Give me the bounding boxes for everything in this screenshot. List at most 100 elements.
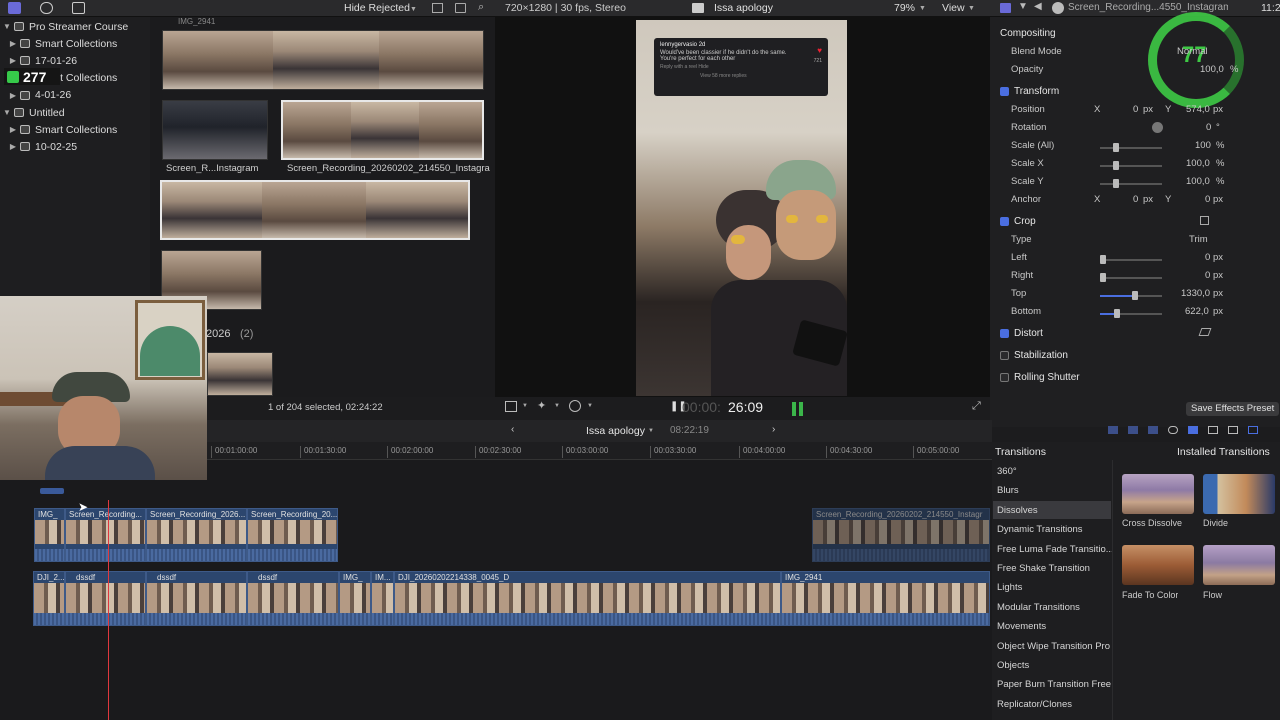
param-value[interactable]: 100,0: [1186, 176, 1210, 187]
skimming-icon[interactable]: [1188, 426, 1198, 434]
param-value[interactable]: 0: [1133, 194, 1138, 205]
rolling-shutter-checkbox[interactable]: [1000, 372, 1009, 382]
param-value[interactable]: 0: [1133, 104, 1138, 115]
audio-icon[interactable]: ◀: [1034, 1, 1042, 12]
library-item[interactable]: ▶ 17-01-26: [0, 52, 150, 69]
video-preview[interactable]: lennygervasio 2d Would've been classier …: [636, 20, 847, 396]
clip-thumbnail-selected[interactable]: [160, 180, 470, 240]
timeline-project-name[interactable]: Issa apology: [586, 425, 645, 437]
search-icon[interactable]: ⌕: [478, 1, 484, 14]
filmstrip-icon[interactable]: [455, 3, 466, 13]
transition-category[interactable]: Lights: [997, 582, 1022, 593]
transition-category[interactable]: Blurs: [997, 485, 1019, 496]
timeline-clip[interactable]: Screen_Recording_2026...: [146, 508, 247, 562]
param-value[interactable]: 1330,0: [1181, 288, 1210, 299]
library-item[interactable]: ▶ 4-01-26: [0, 87, 150, 104]
param-value[interactable]: 100,0: [1186, 158, 1210, 169]
titles-icon[interactable]: [72, 2, 85, 14]
timeline-clip[interactable]: Screen_Recording_20260202_214550_Instagr: [812, 508, 990, 562]
rotation-dial[interactable]: [1152, 122, 1163, 133]
view-menu[interactable]: View: [942, 2, 965, 14]
video-inspector-icon[interactable]: [1000, 3, 1011, 13]
timeline-clip[interactable]: IMG_2941: [781, 571, 990, 626]
disclosure-triangle-icon[interactable]: ▼: [2, 108, 12, 117]
clip-thumbnail-selected[interactable]: [281, 100, 484, 160]
transitions-browser-icon[interactable]: [1248, 426, 1258, 434]
scale-x-slider[interactable]: [1100, 161, 1162, 170]
disclosure-triangle-icon[interactable]: ▼: [2, 22, 12, 31]
timeline-clip[interactable]: DJI_2...: [33, 571, 65, 626]
crop-top-slider[interactable]: [1100, 291, 1162, 300]
fullscreen-icon[interactable]: ⤢: [972, 400, 981, 413]
timeline-clip[interactable]: IM...: [371, 571, 394, 626]
fade-to-color-thumb[interactable]: [1122, 545, 1194, 585]
param-value[interactable]: 574,0: [1186, 104, 1210, 115]
chevron-down-icon[interactable]: ▼: [522, 403, 528, 409]
disclosure-triangle-icon[interactable]: ▶: [8, 91, 18, 100]
speed-icon[interactable]: [569, 400, 581, 412]
scale-all-slider[interactable]: [1100, 143, 1162, 152]
playhead[interactable]: [108, 500, 109, 720]
divide-thumb[interactable]: [1203, 474, 1275, 514]
param-value[interactable]: 0: [1205, 194, 1210, 205]
scale-y-slider[interactable]: [1100, 179, 1162, 188]
chevron-down-icon[interactable]: ▼: [554, 403, 560, 409]
transition-category[interactable]: Modular Transitions: [997, 602, 1080, 613]
crop-right-slider[interactable]: [1100, 273, 1162, 282]
timeline-clip[interactable]: DJI_20260202214338_0045_D: [394, 571, 781, 626]
timeline-clip[interactable]: Screen_Recording...: [65, 508, 146, 562]
transition-category[interactable]: Object Wipe Transition Pro: [997, 641, 1110, 652]
clip-connect-icon[interactable]: [1108, 426, 1118, 434]
clip-insert-icon[interactable]: [1128, 426, 1138, 434]
transition-category[interactable]: Objects: [997, 660, 1029, 671]
timeline-clip[interactable]: IMG_: [339, 571, 371, 626]
clip-appearance-icon[interactable]: [1208, 426, 1218, 434]
chevron-down-icon[interactable]: ▼: [587, 403, 593, 409]
crop-onscreen-icon[interactable]: [1200, 216, 1209, 225]
timeline-clip[interactable]: dssdf: [146, 571, 247, 626]
crop-left-slider[interactable]: [1100, 255, 1162, 264]
timeline-clip[interactable]: dssdf: [247, 571, 339, 626]
distort-checkbox[interactable]: [1000, 328, 1009, 338]
save-effects-preset-button[interactable]: Save Effects Preset: [1186, 402, 1280, 416]
chevron-down-icon[interactable]: ▼: [968, 5, 975, 12]
transition-category[interactable]: 360°: [997, 466, 1017, 477]
transform-checkbox[interactable]: [1000, 86, 1009, 96]
blend-mode-select[interactable]: Normal: [1177, 46, 1208, 57]
library-item[interactable]: ▶ Smart Collections: [0, 121, 150, 138]
library-item[interactable]: ▼ Pro Streamer Course: [0, 18, 150, 35]
effects-browser-icon[interactable]: [1228, 426, 1238, 434]
chevron-down-icon[interactable]: ▼: [648, 428, 654, 434]
crop-checkbox[interactable]: [1000, 216, 1009, 226]
timeline-clip[interactable]: IMG_: [34, 508, 65, 562]
flow-thumb[interactable]: [1203, 545, 1275, 585]
disclosure-triangle-icon[interactable]: ▶: [8, 142, 18, 151]
transition-category[interactable]: Free Shake Transition: [997, 563, 1090, 574]
library-item[interactable]: ▼ Untitled: [0, 104, 150, 121]
timeline-clip[interactable]: Screen_Recording_20...: [247, 508, 338, 562]
param-value[interactable]: 100,0: [1200, 64, 1224, 75]
param-value[interactable]: 100: [1195, 140, 1211, 151]
library-icon[interactable]: [8, 2, 21, 14]
forward-arrow-icon[interactable]: ›: [772, 424, 775, 435]
clip-append-icon[interactable]: [1148, 426, 1158, 434]
param-value[interactable]: 0: [1205, 270, 1210, 281]
clip-thumbnail[interactable]: [162, 100, 268, 160]
transition-category[interactable]: Movements: [997, 621, 1046, 632]
stabilization-checkbox[interactable]: [1000, 350, 1009, 360]
transform-icon[interactable]: [505, 401, 517, 412]
chevron-down-icon[interactable]: ▼: [919, 5, 926, 12]
clip-thumbnail[interactable]: [162, 30, 484, 90]
disclosure-triangle-icon[interactable]: ▶: [8, 56, 18, 65]
crop-bottom-slider[interactable]: [1100, 309, 1162, 318]
disclosure-triangle-icon[interactable]: ▶: [8, 39, 18, 48]
clip-thumbnail[interactable]: [207, 352, 273, 396]
zoom-level[interactable]: 79%: [894, 2, 915, 14]
chevron-down-icon[interactable]: ▼: [410, 6, 417, 13]
transition-category[interactable]: Dynamic Transitions: [997, 524, 1083, 535]
library-item[interactable]: ▶ 10-02-25: [0, 138, 150, 155]
param-value[interactable]: 622,0: [1185, 306, 1209, 317]
back-arrow-icon[interactable]: ‹: [511, 424, 514, 435]
photos-icon[interactable]: [40, 2, 53, 14]
info-icon[interactable]: [1052, 2, 1064, 14]
